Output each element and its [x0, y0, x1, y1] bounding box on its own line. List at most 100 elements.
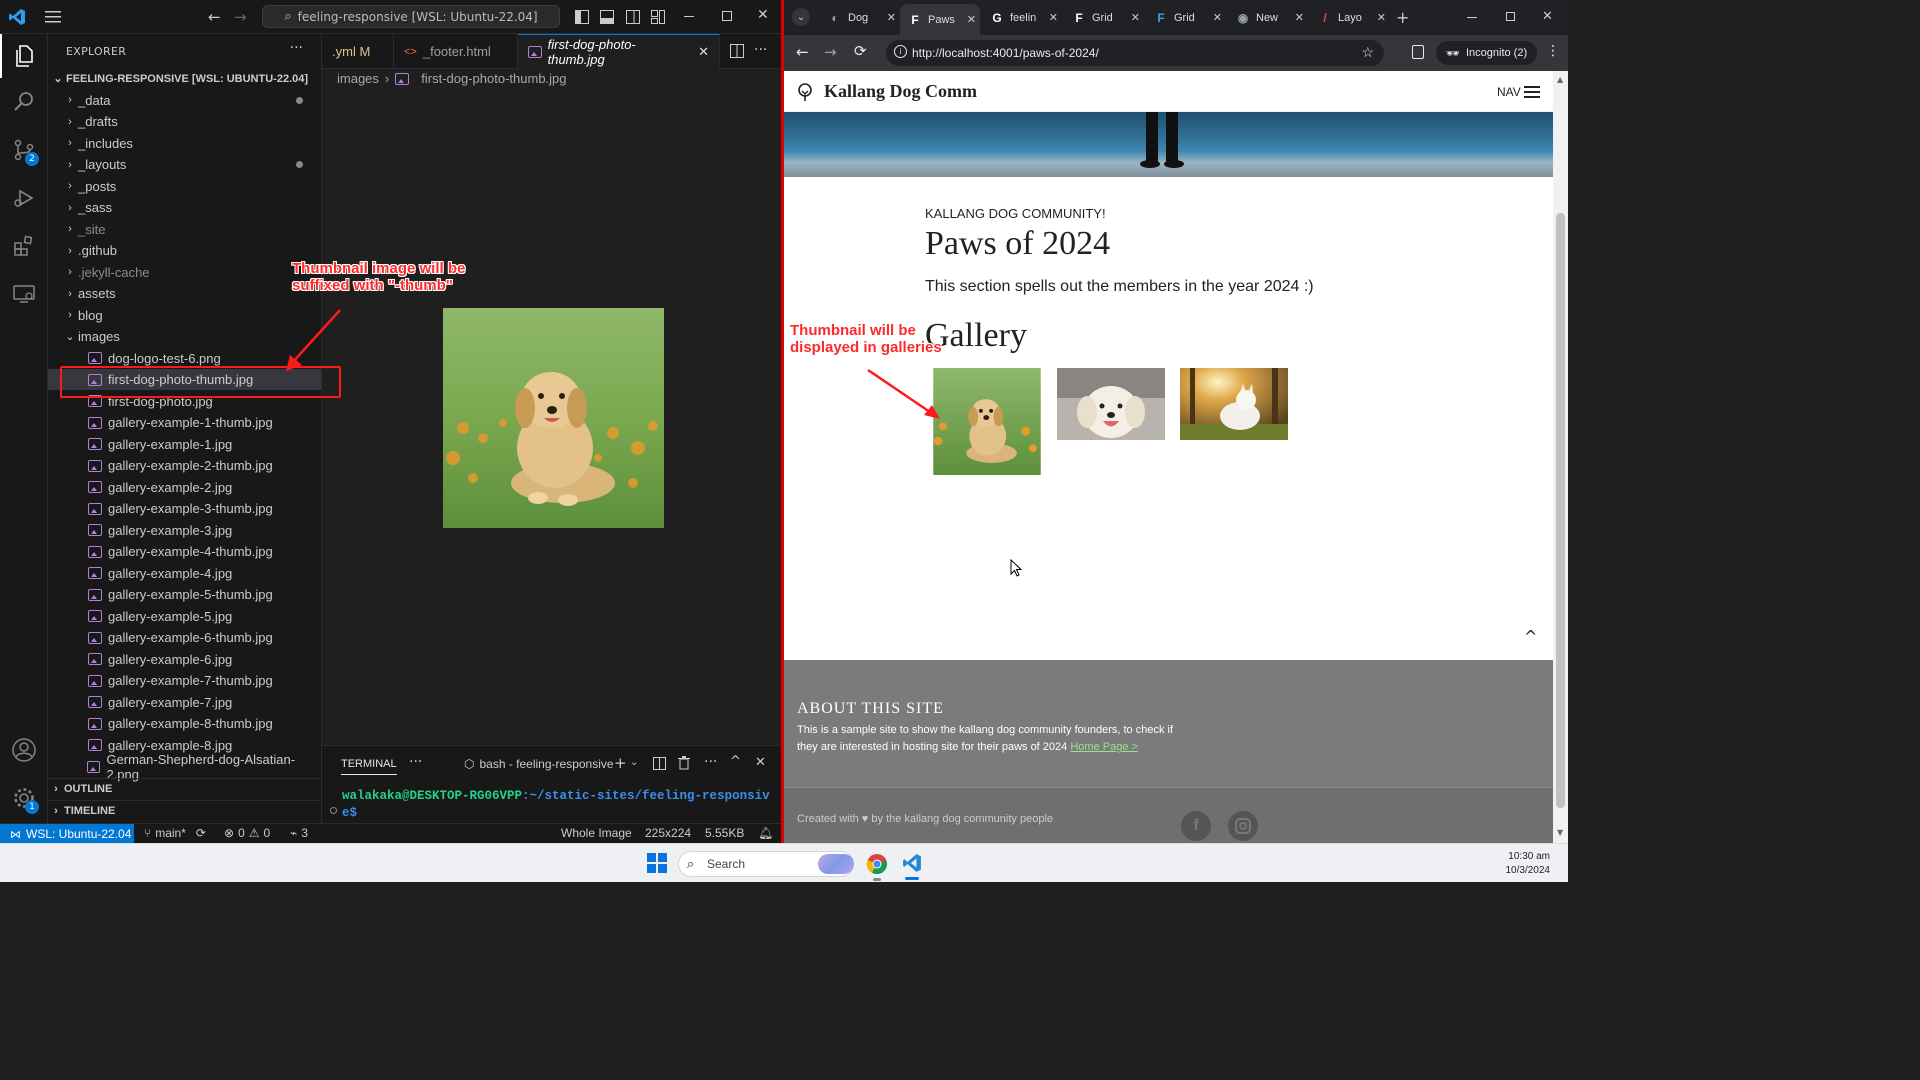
tree-file-item[interactable]: gallery-example-1-thumb.jpg [48, 412, 321, 433]
close-window-icon[interactable]: ✕ [757, 7, 769, 23]
explorer-more-icon[interactable]: ··· [290, 40, 303, 56]
tree-file-item[interactable]: gallery-example-6.jpg [48, 649, 321, 670]
page-scrollbar[interactable]: ▲ ▼ [1553, 71, 1568, 843]
tree-folder-drafts[interactable]: › _drafts [48, 111, 321, 132]
close-tab-icon[interactable]: ✕ [1377, 11, 1386, 24]
close-tab-icon[interactable]: ✕ [1213, 11, 1222, 24]
source-control-icon[interactable]: 2 [0, 128, 48, 172]
gallery-thumb-2[interactable] [1057, 368, 1165, 440]
browser-close-icon[interactable]: ✕ [1542, 9, 1553, 24]
tab-search-icon[interactable]: ⌄ [792, 8, 810, 26]
windows-start-icon[interactable] [647, 853, 667, 873]
tree-file-item[interactable]: gallery-example-7-thumb.jpg [48, 670, 321, 691]
tab-terminal[interactable]: TERMINAL [341, 758, 397, 775]
scrollbar-thumb[interactable] [1556, 213, 1565, 808]
tree-folder-includes[interactable]: › _includes [48, 133, 321, 154]
reload-icon[interactable]: ⟳ [854, 42, 867, 60]
toggle-panel-icon[interactable] [600, 10, 614, 24]
image-view-mode[interactable]: Whole Image [561, 826, 632, 840]
editor-more-icon[interactable]: ··· [754, 42, 767, 58]
breadcrumb-folder[interactable]: images [337, 71, 379, 86]
tree-file-item[interactable]: gallery-example-2.jpg [48, 477, 321, 498]
outline-section[interactable]: › OUTLINE [48, 778, 321, 799]
browser-tab[interactable]: F Paws ✕ [900, 4, 980, 35]
site-info-icon[interactable]: i [894, 45, 907, 58]
toggle-sidebar-icon[interactable] [575, 10, 589, 24]
explorer-root-folder[interactable]: ⌄ FEELING-RESPONSIVE [WSL: UBUNTU-22.04] [48, 68, 321, 89]
scroll-down-icon[interactable]: ▼ [1557, 828, 1563, 837]
tree-folder-posts[interactable]: › _posts [48, 176, 321, 197]
vscode-logo-icon[interactable] [8, 8, 26, 26]
browser-tab[interactable]: ◉ New ✕ [1228, 5, 1308, 30]
tree-file-item[interactable]: gallery-example-4-thumb.jpg [48, 541, 321, 562]
tree-file-item[interactable]: gallery-example-8-thumb.jpg [48, 713, 321, 734]
new-terminal-icon[interactable]: + [614, 754, 627, 772]
terminal-output[interactable]: walakaka@DESKTOP-RG06VPP:~/static-sites/… [342, 788, 770, 822]
tree-folder-jekyll-cache[interactable]: › .jekyll-cache [48, 262, 321, 283]
close-tab-icon[interactable]: ✕ [967, 13, 976, 26]
maximize-icon[interactable] [722, 11, 732, 21]
browser-tab[interactable]: ◐ Dog ✕ [820, 5, 900, 30]
instagram-icon[interactable] [1228, 811, 1258, 841]
tree-folder-assets[interactable]: › assets [48, 283, 321, 304]
customize-layout-icon[interactable] [651, 10, 665, 24]
tree-file-item[interactable]: gallery-example-4.jpg [48, 563, 321, 584]
toggle-secondary-sidebar-icon[interactable] [626, 10, 640, 24]
ports-indicator[interactable]: ⌁ 3 [290, 826, 308, 840]
gallery-thumb-1[interactable] [933, 368, 1041, 475]
vscode-taskbar-icon[interactable] [902, 853, 922, 880]
nav-hamburger-icon[interactable] [1524, 85, 1540, 99]
extensions-icon[interactable] [0, 224, 48, 268]
facebook-icon[interactable]: f [1181, 811, 1211, 841]
scroll-up-icon[interactable]: ▲ [1557, 75, 1563, 84]
breadcrumb-file[interactable]: first-dog-photo-thumb.jpg [421, 71, 566, 86]
tree-file-item[interactable]: gallery-example-7.jpg [48, 692, 321, 713]
search-view-icon[interactable] [0, 80, 48, 124]
tree-folder-sass[interactable]: › _sass [48, 197, 321, 218]
remote-explorer-icon[interactable] [0, 272, 48, 316]
forward-arrow-icon[interactable]: → [824, 43, 837, 61]
terminal-shell-selector[interactable]: ⬡ bash - feeling-responsive [464, 757, 614, 771]
split-terminal-icon[interactable] [653, 757, 666, 770]
sync-icon[interactable]: ⟳ [196, 826, 206, 840]
remote-indicator[interactable]: ⋈ WSL: Ubuntu-22.04 [0, 824, 134, 843]
side-panel-icon[interactable] [1412, 45, 1424, 59]
home-page-link[interactable]: Home Page > [1070, 741, 1138, 753]
explorer-icon[interactable] [0, 34, 48, 78]
settings-gear-icon[interactable]: 1 [0, 776, 48, 820]
close-tab-icon[interactable]: ✕ [1295, 11, 1304, 24]
tree-folder-github[interactable]: › .github [48, 240, 321, 261]
browser-tab[interactable]: F Grid ✕ [1064, 5, 1144, 30]
new-tab-icon[interactable]: + [1396, 8, 1409, 27]
forward-arrow-icon[interactable]: → [234, 8, 247, 26]
tree-file-item[interactable]: gallery-example-3-thumb.jpg [48, 498, 321, 519]
browser-minimize-icon[interactable] [1467, 17, 1477, 18]
bookmark-star-icon[interactable]: ☆ [1361, 44, 1374, 61]
tab-yml[interactable]: .yml M [322, 34, 394, 69]
split-editor-icon[interactable] [730, 44, 744, 58]
site-logo-icon[interactable] [796, 83, 814, 101]
maximize-panel-icon[interactable]: ^ [730, 754, 741, 769]
timeline-section[interactable]: › TIMELINE [48, 800, 321, 821]
close-panel-icon[interactable]: ✕ [755, 755, 766, 770]
tree-file-item[interactable]: gallery-example-6-thumb.jpg [48, 627, 321, 648]
tree-file-item[interactable]: gallery-example-1.jpg [48, 434, 321, 455]
incognito-badge[interactable]: 🕶︎ Incognito (2) [1436, 41, 1538, 65]
browser-menu-icon[interactable]: ⋮ [1546, 43, 1560, 59]
nav-label[interactable]: NAV [1497, 85, 1521, 99]
panel-more-icon[interactable]: ··· [409, 754, 422, 770]
branch-indicator[interactable]: ⑂ main* ⟳ [144, 826, 206, 840]
system-clock[interactable]: 10:30 am 10/3/2024 [1506, 850, 1551, 878]
tab-first-dog-photo-thumb[interactable]: first-dog-photo-thumb.jpg ✕ [518, 34, 720, 69]
tab-footer-html[interactable]: <> _footer.html [394, 34, 518, 69]
close-tab-icon[interactable]: ✕ [1049, 11, 1058, 24]
tree-file-item[interactable]: gallery-example-5-thumb.jpg [48, 584, 321, 605]
tree-file-item[interactable]: gallery-example-5.jpg [48, 606, 321, 627]
tree-file-item[interactable]: gallery-example-3.jpg [48, 520, 321, 541]
run-debug-icon[interactable] [0, 176, 48, 220]
close-tab-icon[interactable]: ✕ [887, 11, 896, 24]
address-bar[interactable]: i http://localhost:4001/paws-of-2024/ ☆ [886, 40, 1384, 66]
tree-file-item[interactable]: German-Shepherd-dog-Alsatian-2.png [48, 752, 321, 782]
close-tab-icon[interactable]: ✕ [1131, 11, 1140, 24]
accounts-icon[interactable] [0, 728, 48, 772]
